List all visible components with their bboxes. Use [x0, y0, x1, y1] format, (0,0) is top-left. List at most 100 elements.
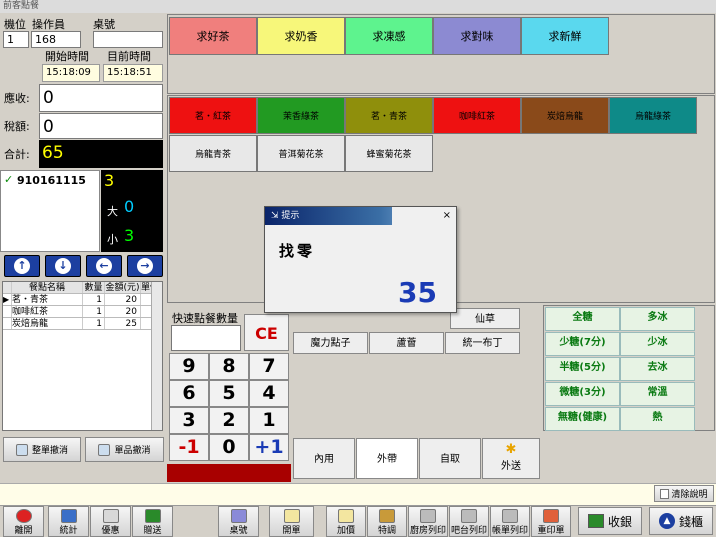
product-button[interactable]: 炭焙烏龍	[521, 97, 609, 134]
sugar-option[interactable]: 半糖(5分)	[545, 357, 620, 381]
sugar-option[interactable]: 全糖	[545, 307, 620, 331]
product-button[interactable]: 茗・青茶	[345, 97, 433, 134]
dialog-title: 提示	[281, 211, 300, 221]
plus-one-key[interactable]: +1	[249, 434, 289, 461]
product-button[interactable]: 烏龍青茶	[169, 135, 257, 172]
keypad-key[interactable]: 6	[169, 380, 209, 407]
ticket-panel[interactable]: ✓ 910161115	[0, 170, 100, 252]
category-button[interactable]: 求新鮮	[521, 17, 609, 55]
mode-takeout[interactable]: 外帶	[356, 438, 418, 479]
discount-button[interactable]: 優惠	[90, 506, 131, 537]
exit-button[interactable]: 離開	[3, 506, 44, 537]
topping-button[interactable]: 蘆薈	[369, 332, 444, 354]
table-row[interactable]: 炭焙烏龍 1 25	[3, 318, 162, 330]
arrow-up-icon[interactable]: ↑	[4, 255, 40, 277]
gift-button[interactable]: 贈送	[132, 506, 173, 537]
drawer-button[interactable]: ▲ 錢櫃	[649, 507, 713, 535]
product-button[interactable]: 咖啡紅茶	[433, 97, 521, 134]
product-button[interactable]: 蜂蜜菊花茶	[345, 135, 433, 172]
product-button[interactable]: 普洱菊花茶	[257, 135, 345, 172]
table-icon	[230, 509, 247, 523]
row-name: 茗・青茶	[12, 294, 83, 305]
category-button[interactable]: 求凍感	[345, 17, 433, 55]
keypad-key[interactable]: 0	[209, 434, 249, 461]
drawer-label: 錢櫃	[678, 514, 703, 529]
arrow-left-icon[interactable]: ←	[86, 255, 122, 277]
small-count: 3	[124, 226, 135, 245]
topping-button[interactable]: 仙草	[450, 308, 520, 329]
topping-button[interactable]: 魔力點子	[293, 332, 368, 354]
ice-option[interactable]: 常溫	[620, 382, 695, 406]
keypad-key[interactable]: 9	[169, 353, 209, 380]
kitchen-print-label: 廚房列印	[409, 526, 446, 536]
discount-icon	[102, 509, 119, 523]
mode-pickup[interactable]: 自取	[419, 438, 481, 479]
keypad-key[interactable]: 1	[249, 407, 289, 434]
chart-icon	[60, 509, 77, 523]
arrow-down-icon[interactable]: ↓	[45, 255, 81, 277]
ice-option[interactable]: 熱	[620, 407, 695, 431]
keypad-key[interactable]: 3	[169, 407, 209, 434]
arrow-right-icon[interactable]: →	[127, 255, 163, 277]
keypad-key[interactable]: 7	[249, 353, 289, 380]
sugar-grid: 全糖 多冰 少糖(7分) 少冰 半糖(5分) 去冰 微糖(3分) 常溫 無糖(健…	[545, 307, 695, 431]
open-order-button[interactable]: 開單	[269, 506, 314, 537]
close-icon[interactable]: ×	[392, 207, 456, 225]
product-button[interactable]: 茉香綠茶	[257, 97, 345, 134]
printer-icon	[420, 509, 436, 523]
tax-field: 0	[39, 113, 163, 139]
row-name: 炭焙烏龍	[12, 318, 83, 329]
table-row[interactable]: ▶ 茗・青茶 1 20	[3, 294, 162, 306]
operator-field[interactable]: 168	[31, 31, 81, 48]
ice-option[interactable]: 多冰	[620, 307, 695, 331]
hammer-icon	[379, 509, 395, 523]
reprint-button[interactable]: 重印單	[531, 506, 571, 537]
category-button[interactable]: 求奶香	[257, 17, 345, 55]
bar-print-label: 吧台列印	[450, 526, 487, 536]
cancel-item-button[interactable]: 單品撤消	[85, 437, 164, 462]
checkout-button[interactable]: 收銀	[578, 507, 642, 535]
table-button[interactable]: 桌號	[218, 506, 259, 537]
keypad-key[interactable]: 8	[209, 353, 249, 380]
bill-print-button[interactable]: 帳單列印	[490, 506, 530, 537]
keypad-key[interactable]: 2	[209, 407, 249, 434]
message-bar	[0, 483, 716, 505]
machine-field[interactable]: 1	[3, 31, 29, 48]
product-button[interactable]: 烏龍綠茶	[609, 97, 697, 134]
keypad-key[interactable]: 4	[249, 380, 289, 407]
special-button[interactable]: 特調	[367, 506, 407, 537]
printer-icon	[502, 509, 518, 523]
order-list-header: 餐點名稱 數量 金額(元) 單價	[3, 282, 162, 294]
small-label: 小	[107, 233, 118, 246]
gift-label: 贈送	[143, 526, 162, 536]
ice-option[interactable]: 少冰	[620, 332, 695, 356]
quick-qty-field[interactable]	[171, 325, 241, 351]
category-button[interactable]: 求好茶	[169, 17, 257, 55]
topping-button[interactable]: 統一布丁	[445, 332, 520, 354]
product-button[interactable]: 茗・紅茶	[169, 97, 257, 134]
sugar-option[interactable]: 微糖(3分)	[545, 382, 620, 406]
kitchen-print-button[interactable]: 廚房列印	[408, 506, 448, 537]
scrollbar[interactable]	[151, 282, 162, 430]
surcharge-button[interactable]: 加價	[326, 506, 366, 537]
ce-button[interactable]: CE	[244, 314, 289, 351]
clear-note-button[interactable]: 清除說明	[654, 485, 714, 502]
mode-delivery[interactable]: ✱ 外送	[482, 438, 540, 479]
bar-print-button[interactable]: 吧台列印	[449, 506, 489, 537]
sugar-option[interactable]: 無糖(健康)	[545, 407, 620, 431]
power-icon	[15, 509, 32, 523]
category-button[interactable]: 求對味	[433, 17, 521, 55]
table-field[interactable]	[93, 31, 163, 48]
current-time: 15:18:51	[103, 64, 163, 82]
minus-one-key[interactable]: -1	[169, 434, 209, 461]
quick-qty-label: 快速點餐數量	[172, 312, 238, 325]
cancel-all-button[interactable]: 整單撤消	[3, 437, 81, 462]
table-row[interactable]: 咖啡紅茶 1 20	[3, 306, 162, 318]
ice-option[interactable]: 去冰	[620, 357, 695, 381]
stats-button[interactable]: 統計	[48, 506, 89, 537]
order-list[interactable]: 餐點名稱 數量 金額(元) 單價 ▶ 茗・青茶 1 20 咖啡紅茶 1 20 炭…	[2, 281, 163, 431]
mode-dine-in[interactable]: 內用	[293, 438, 355, 479]
keypad-key[interactable]: 5	[209, 380, 249, 407]
sugar-option[interactable]: 少糖(7分)	[545, 332, 620, 356]
document-icon	[98, 443, 111, 456]
